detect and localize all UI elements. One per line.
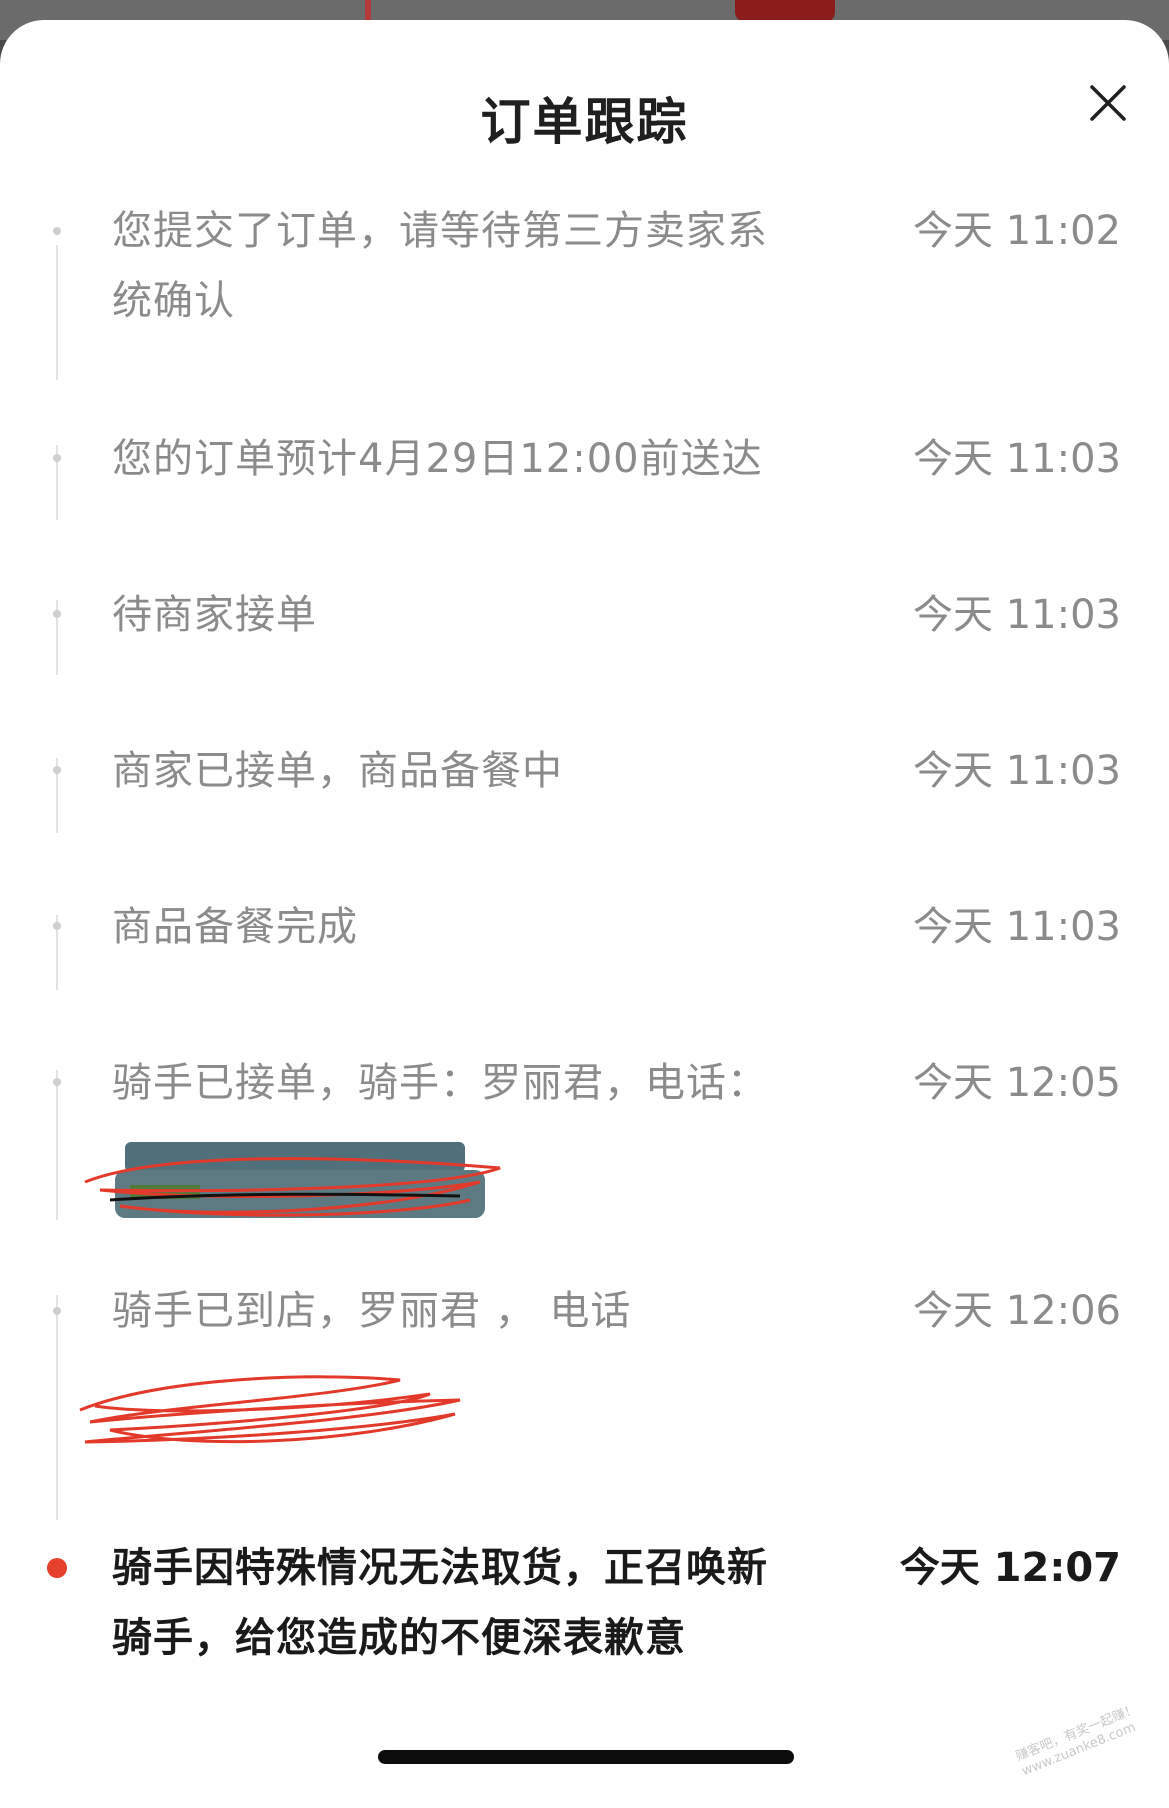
event-description: 商家已接单，商品备餐中 — [112, 748, 563, 794]
event-time: 今天 11:03 — [913, 592, 1121, 638]
tracking-timeline: 您提交了订单，请等待第三方卖家系 统确认 今天 11:02 您的订单预计4月29… — [0, 20, 1169, 1808]
event-time: 今天 11:03 — [913, 748, 1121, 794]
event-time: 今天 12:07 — [899, 1545, 1121, 1591]
redacted-phone-scribble — [79, 1375, 461, 1444]
timeline-dot — [53, 1307, 61, 1315]
timeline-dot — [53, 610, 61, 618]
timeline-dot — [53, 766, 61, 774]
event-description: 您提交了订单，请等待第三方卖家系 统确认 — [112, 196, 812, 336]
event-description: 待商家接单 — [112, 592, 317, 638]
home-indicator[interactable] — [378, 1750, 794, 1764]
event-text-line: 骑手，给您造成的不便深表歉意 — [112, 1615, 686, 1661]
event-time: 今天 11:03 — [913, 904, 1121, 950]
timeline-connector — [56, 1070, 58, 1220]
event-time: 今天 12:05 — [913, 1060, 1121, 1106]
event-text-line: 骑手因特殊情况无法取货，正召唤新 — [112, 1545, 768, 1591]
redacted-phone-scribble — [84, 1142, 501, 1218]
event-time: 今天 11:03 — [913, 436, 1121, 482]
event-description: 骑手已接单，骑手：罗丽君，电话： — [112, 1060, 768, 1106]
event-description: 骑手因特殊情况无法取货，正召唤新 骑手，给您造成的不便深表歉意 — [112, 1533, 812, 1673]
timeline-dot-active — [47, 1558, 67, 1578]
event-text-line: 统确认 — [112, 278, 235, 324]
timeline-dot — [53, 1078, 61, 1086]
event-text-line: 您提交了订单，请等待第三方卖家系 — [112, 208, 768, 254]
event-description: 您的订单预计4月29日12:00前送达 — [112, 436, 763, 482]
background-thumbnail — [735, 0, 835, 22]
timeline-dot — [53, 922, 61, 930]
timeline-dot — [53, 227, 61, 235]
timeline-dot — [53, 454, 61, 462]
event-time: 今天 12:06 — [913, 1288, 1121, 1334]
event-description: 骑手已到店，罗丽君 ， 电话 — [112, 1288, 632, 1334]
order-tracking-sheet: 订单跟踪 您提交了订单，请等待第三方卖家系 统确认 今天 11:02 您的订单预… — [0, 20, 1169, 1808]
event-description: 商品备餐完成 — [112, 904, 358, 950]
event-time: 今天 11:02 — [913, 208, 1121, 254]
timeline-connector — [56, 1295, 58, 1520]
background-decoration — [365, 0, 371, 22]
timeline-connector — [56, 245, 58, 380]
